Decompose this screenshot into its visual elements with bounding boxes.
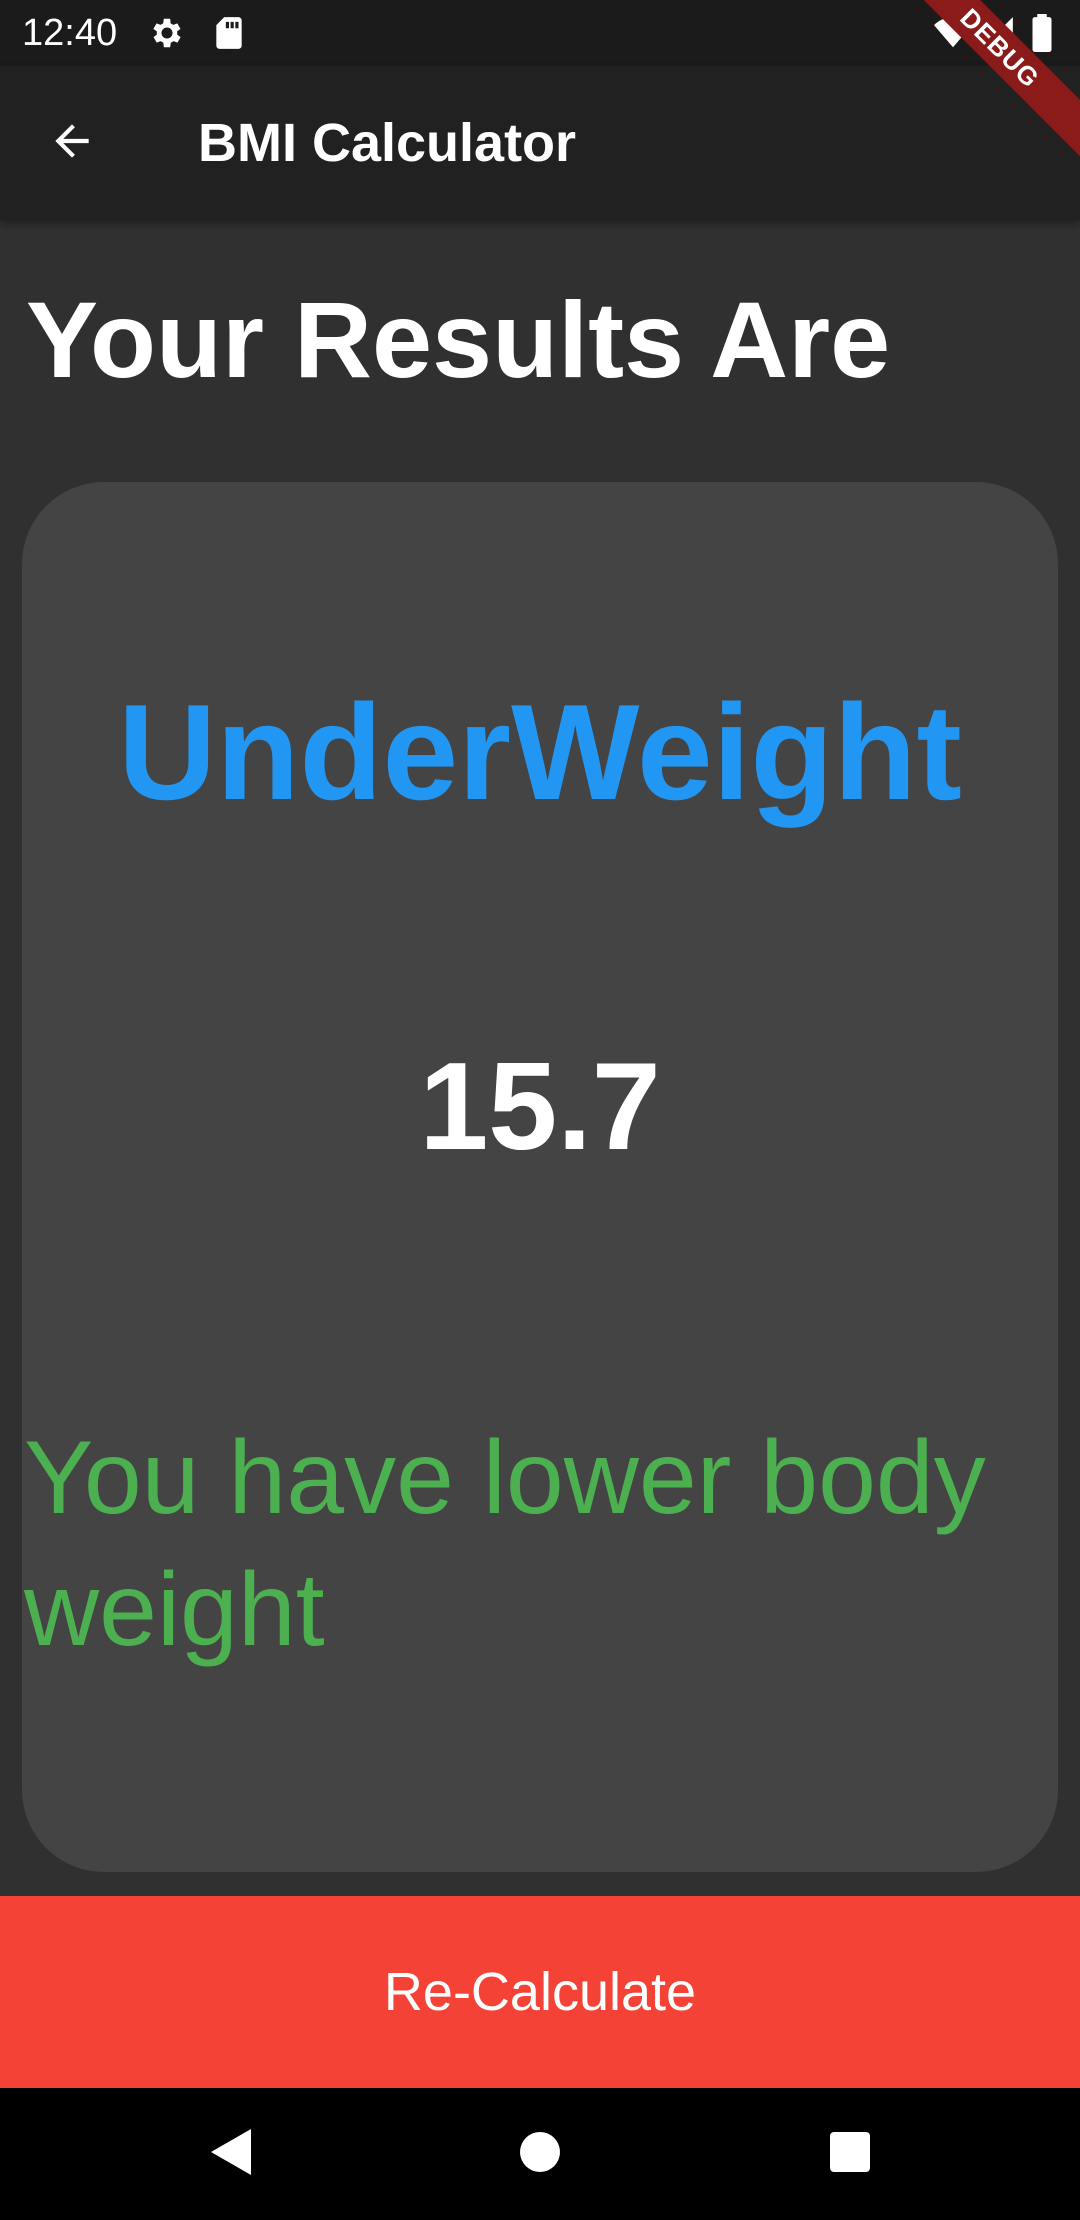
- app-bar: BMI Calculator: [0, 66, 1080, 220]
- recalculate-button[interactable]: Re-Calculate: [0, 1896, 1080, 2088]
- system-nav-bar: [0, 2088, 1080, 2220]
- nav-recents-button[interactable]: [820, 2124, 880, 2184]
- home-circle-icon: [519, 2131, 561, 2178]
- gear-icon: [148, 14, 186, 52]
- recents-square-icon: [829, 2131, 871, 2178]
- status-bar: 12:40: [0, 0, 1080, 66]
- status-time: 12:40: [22, 12, 118, 54]
- battery-icon: [1030, 14, 1054, 53]
- result-card: UnderWeight 15.7 You have lower body wei…: [22, 482, 1058, 1872]
- back-button[interactable]: [36, 107, 108, 179]
- results-heading: Your Results Are: [26, 279, 891, 400]
- bmi-results-screen: 12:40 DEBUG BMI Calculator Your Results …: [0, 0, 1080, 2220]
- app-title: BMI Calculator: [198, 113, 577, 173]
- bmi-message: You have lower body weight: [24, 1420, 986, 1668]
- arrow-back-icon: [47, 116, 97, 171]
- bmi-category: UnderWeight: [118, 676, 962, 828]
- nav-back-button[interactable]: [200, 2124, 260, 2184]
- nav-home-button[interactable]: [510, 2124, 570, 2184]
- sd-card-icon: [210, 14, 248, 52]
- back-triangle-icon: [207, 2127, 253, 2182]
- bmi-value: 15.7: [419, 1038, 661, 1176]
